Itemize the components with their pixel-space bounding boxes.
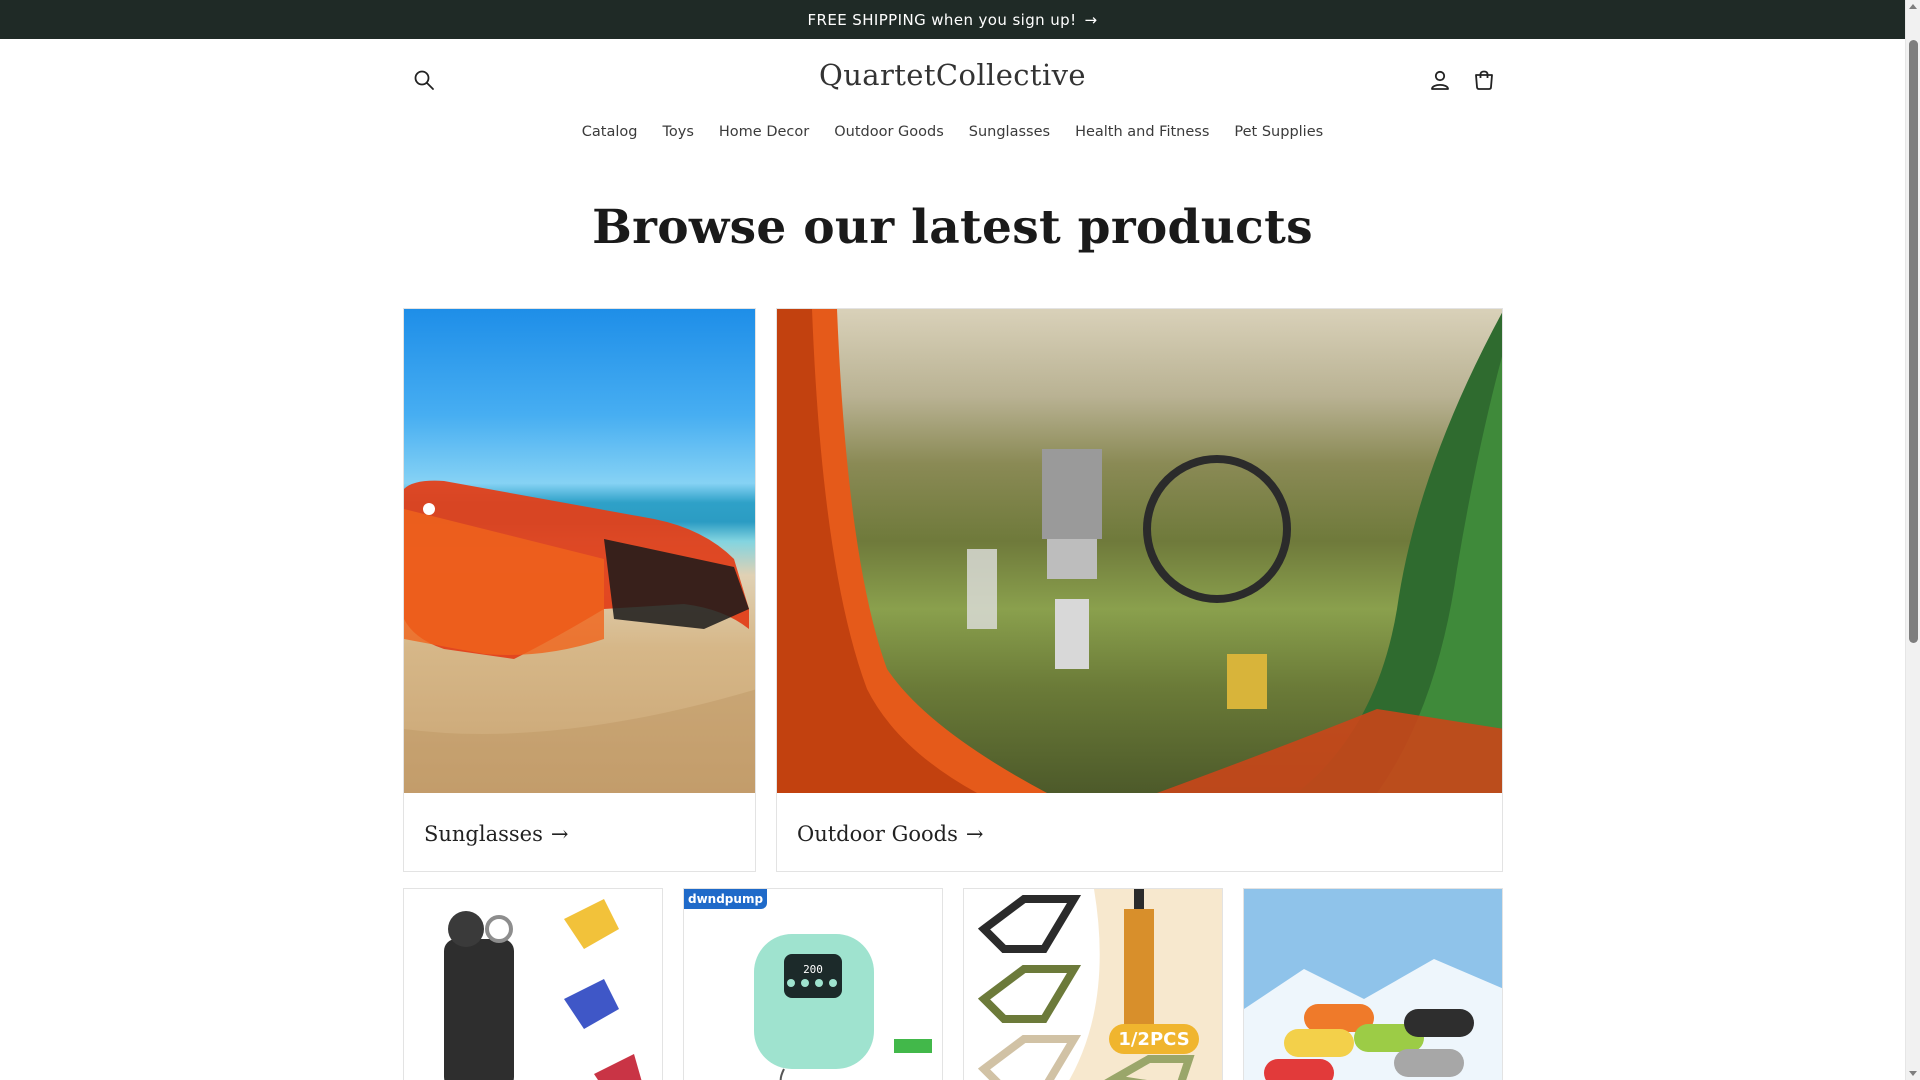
product-card-carabiners[interactable]: 1/2PCS [963,888,1223,1080]
scroll-down-icon[interactable] [1909,1071,1917,1076]
brand-badge: dwndpump [684,889,768,909]
whistles-image [444,899,642,1080]
collection-caption-outdoor-goods[interactable]: Outdoor Goods → [797,822,984,846]
page-heading: Browse our latest products [592,200,1313,255]
pump-image: 200 [754,934,932,1080]
cart-icon[interactable] [1466,62,1502,98]
nav-item-catalog[interactable]: Catalog [582,124,638,144]
scroll-up-icon[interactable] [1909,4,1917,9]
scrollbar-thumb[interactable] [1909,40,1918,643]
arrow-right-icon: → [550,822,569,846]
collection-card-outdoor-goods[interactable]: Outdoor Goods → [776,308,1503,872]
pump-display: 200 [803,963,823,976]
product-card-pump[interactable]: 200 dwndpump [683,888,943,1080]
account-icon[interactable] [1422,62,1458,98]
nav-item-health-fitness[interactable]: Health and Fitness [1075,124,1209,144]
product-card-towels[interactable] [1243,888,1503,1080]
quantity-tag: 1/2PCS [1118,1029,1189,1050]
product-card-whistles[interactable] [403,888,663,1080]
camping-image [777,309,1502,793]
arrow-right-icon: → [1084,10,1098,29]
search-icon[interactable] [406,62,442,98]
towels-image [1244,889,1502,1080]
nav-item-pet-supplies[interactable]: Pet Supplies [1234,124,1323,144]
collection-card-sunglasses[interactable]: Sunglasses → [403,308,756,872]
nav-item-toys[interactable]: Toys [662,124,693,144]
nav-item-sunglasses[interactable]: Sunglasses [969,124,1050,144]
main-nav: Catalog Toys Home Decor Outdoor Goods Su… [330,124,1575,144]
page-scrollbar[interactable] [1905,0,1920,1080]
nav-item-outdoor-goods[interactable]: Outdoor Goods [834,124,944,144]
collection-label: Sunglasses [424,822,543,846]
nav-item-home-decor[interactable]: Home Decor [719,124,809,144]
collection-caption-sunglasses[interactable]: Sunglasses → [424,822,568,846]
collection-label: Outdoor Goods [797,822,958,846]
sunglasses-image [404,309,755,793]
carabiners-image: 1/2PCS [977,889,1222,1080]
announcement-bar[interactable]: FREE SHIPPING when you sign up! → [0,0,1905,39]
announcement-text: FREE SHIPPING when you sign up! [807,10,1077,29]
site-logo[interactable]: QuartetCollective [680,58,1225,92]
arrow-right-icon: → [965,822,984,846]
